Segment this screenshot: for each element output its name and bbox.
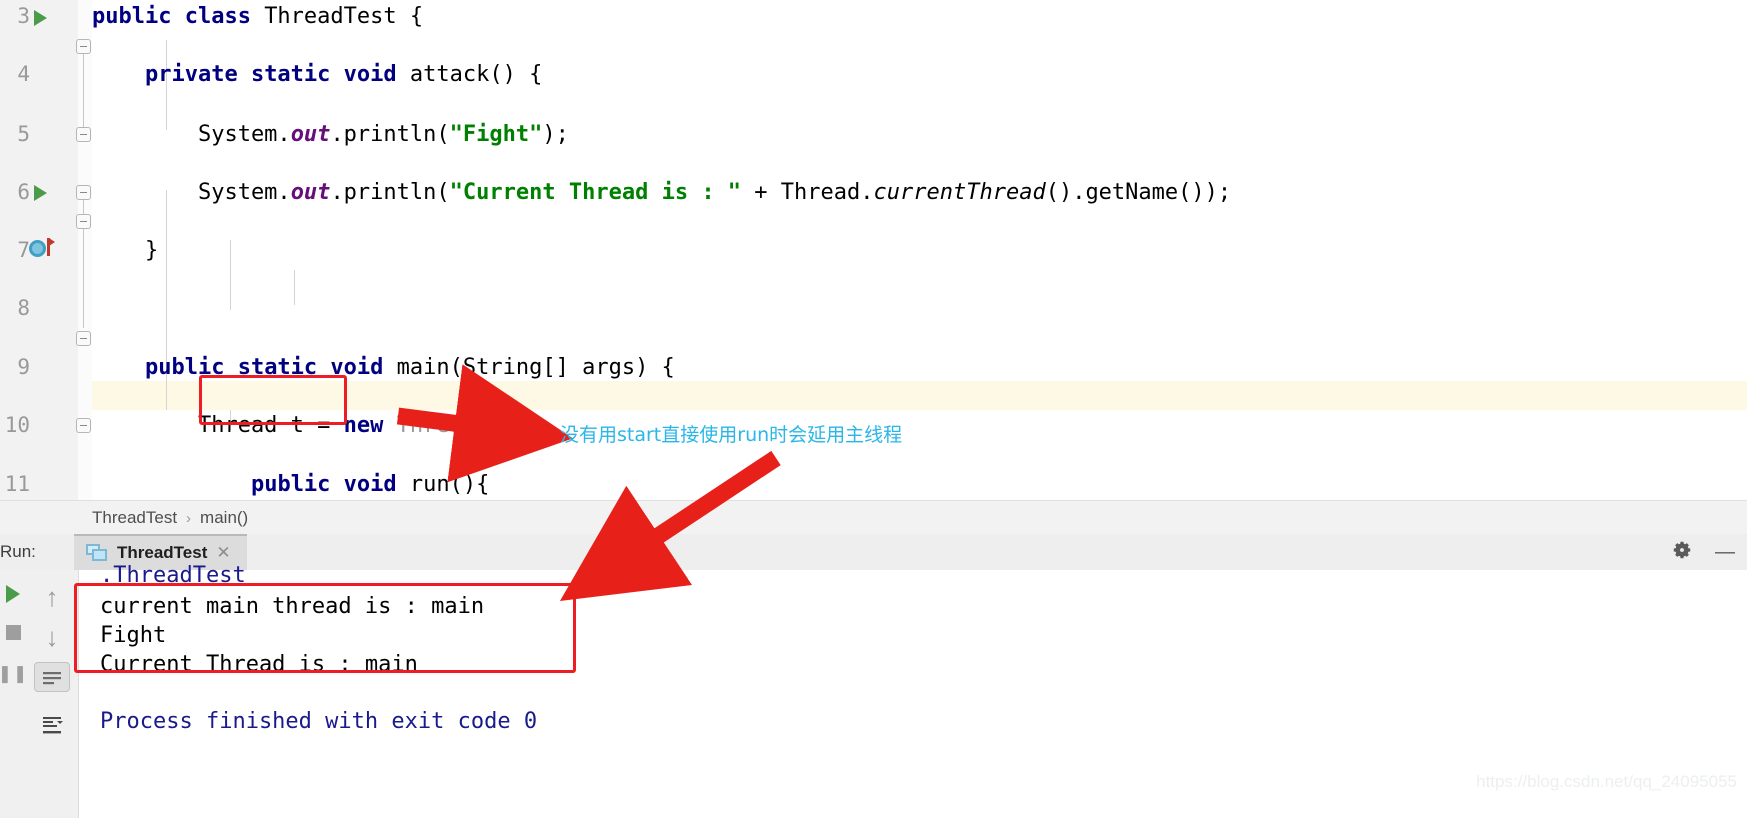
line-number: 4	[17, 62, 30, 87]
line-number: 10	[4, 413, 30, 438]
console-line: Fight	[100, 623, 167, 648]
line-text: public void run(){	[250, 472, 490, 498]
soft-wrap-button[interactable]	[34, 662, 70, 692]
fold-marker-end[interactable]	[76, 127, 91, 142]
code-line[interactable]: 8	[0, 294, 1747, 323]
console-line: Current Thread is : main	[100, 652, 418, 677]
up-arrow-button[interactable]: ↑	[36, 582, 68, 612]
line-text: System.out.println("Current Thread is : …	[92, 179, 1232, 205]
line-number: 8	[17, 296, 30, 321]
pause-button[interactable]: ❚❚	[0, 662, 29, 686]
line-number: 9	[17, 354, 30, 379]
down-arrow-button[interactable]: ↓	[36, 622, 68, 652]
run-left-toolbar[interactable]: ❚❚	[0, 570, 27, 818]
fold-marker[interactable]	[76, 214, 91, 229]
line-text: public class ThreadTest {	[92, 4, 424, 29]
code-line[interactable]: 5 System.out.println("Fight");	[0, 120, 1747, 149]
console-line: .ThreadTest	[100, 563, 246, 588]
console-line-system: Process finished with exit code 0	[100, 709, 538, 734]
chinese-annotation: 没有用start直接使用run时会延用主线程	[560, 424, 903, 446]
run-class-gutter-icon[interactable]	[34, 10, 47, 26]
run-window-label: Run:	[0, 542, 36, 561]
ide-window: 3 public class ThreadTest { 4 private st…	[0, 0, 1747, 818]
arrow-up-icon: ↑	[45, 582, 59, 612]
fold-marker[interactable]	[76, 185, 91, 200]
breadcrumb-item-class[interactable]: ThreadTest	[92, 508, 177, 528]
line-number: 7	[17, 238, 30, 263]
run-method-gutter-icon[interactable]	[34, 185, 47, 201]
breakpoint-icon[interactable]	[29, 240, 46, 257]
minimize-icon[interactable]: —	[1715, 541, 1735, 564]
code-line[interactable]: 9 public static void main(String[] args)…	[0, 353, 1747, 382]
code-line[interactable]: 7 }	[0, 236, 1747, 265]
line-number: 6	[17, 179, 30, 204]
stop-button[interactable]	[1, 620, 25, 644]
close-icon[interactable]: ✕	[216, 543, 230, 563]
watermark: https://blog.csdn.net/qq_24095055	[1476, 772, 1737, 791]
run-secondary-toolbar[interactable]: ↑ ↓	[26, 570, 79, 818]
line-text: Thread t = new Thread(){	[92, 413, 516, 439]
line-text: }	[92, 238, 159, 264]
console-window-icon	[86, 544, 108, 562]
breadcrumb-item-method[interactable]: main()	[200, 508, 248, 528]
fold-marker[interactable]	[76, 39, 91, 54]
code-line[interactable]: 6 System.out.println("Current Thread is …	[0, 178, 1747, 207]
soft-wrap-icon	[43, 672, 61, 685]
run-window-header: Run: ThreadTest ✕ —	[0, 534, 1747, 571]
arrow-down-icon: ↓	[45, 622, 59, 652]
line-text: public static void main(String[] args) {	[144, 354, 675, 380]
pause-icon: ❚❚	[0, 664, 29, 683]
console-line: current main thread is : main	[100, 594, 485, 619]
fold-marker-end[interactable]	[76, 331, 91, 346]
line-number: 11	[4, 472, 30, 497]
scroll-to-end-button[interactable]	[36, 710, 68, 740]
gear-icon[interactable]	[1671, 539, 1693, 566]
fold-marker-end[interactable]	[76, 418, 91, 433]
code-line[interactable]: 11 public void run(){	[0, 470, 1747, 499]
code-line[interactable]: 4 private static void attack() {	[0, 60, 1747, 89]
breadcrumb[interactable]: ThreadTest › main()	[0, 500, 1747, 535]
code-line[interactable]: 3 public class ThreadTest {	[0, 2, 1747, 31]
line-number: 5	[17, 121, 30, 146]
breadcrumb-separator-icon: ›	[186, 509, 192, 527]
line-text: private static void attack() {	[144, 62, 543, 88]
scroll-to-end-icon	[43, 717, 63, 734]
rerun-button[interactable]	[1, 582, 25, 606]
line-text: System.out.println("Fight");	[92, 121, 569, 147]
run-tab-label: ThreadTest	[117, 543, 208, 562]
breakpoint-flag-icon	[47, 238, 55, 256]
line-number: 3	[17, 4, 30, 28]
